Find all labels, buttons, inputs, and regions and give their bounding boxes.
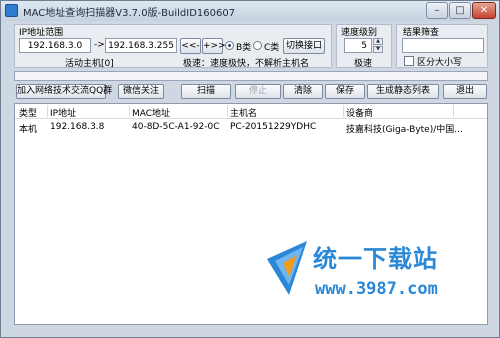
column-header-hostname[interactable]: 主机名 xyxy=(230,106,257,119)
class-c-radio[interactable] xyxy=(253,41,262,50)
column-divider[interactable] xyxy=(227,105,228,117)
ip-range-label: IP地址范围 xyxy=(19,28,64,38)
filter-input[interactable] xyxy=(402,38,484,53)
class-b-radio[interactable] xyxy=(225,41,234,50)
class-c-label: C类 xyxy=(264,43,280,53)
case-sensitive-checkbox[interactable] xyxy=(404,56,414,66)
column-divider[interactable] xyxy=(129,105,130,117)
app-window: MAC地址查询扫描器V3.7.0版-BuildID160607 – □ ✕ IP… xyxy=(0,0,500,338)
cell-mac: 40-8D-5C-A1-92-0C xyxy=(132,122,220,132)
close-button[interactable]: ✕ xyxy=(472,2,496,19)
speed-label: 速度级别 xyxy=(341,28,378,38)
spin-down-icon[interactable]: ▼ xyxy=(373,46,383,53)
cell-type: 本机 xyxy=(19,125,38,135)
column-header-vendor[interactable]: 设备商 xyxy=(346,106,373,119)
end-ip-input[interactable]: 192.168.3.255 xyxy=(105,38,177,53)
start-ip-input[interactable]: 192.168.3.0 xyxy=(19,38,91,53)
generate-static-list-button[interactable]: 生成静态列表 xyxy=(367,84,439,99)
watermark-logo-icon xyxy=(267,241,307,295)
column-divider[interactable] xyxy=(343,105,344,117)
window-title: MAC地址查询扫描器V3.7.0版-BuildID160607 xyxy=(23,8,236,19)
save-button[interactable]: 保存 xyxy=(325,84,365,99)
join-qq-group-button[interactable]: 加入网络技术交流QQ群 xyxy=(16,84,112,99)
watermark: 统一下载站 www.3987.com xyxy=(263,237,463,307)
filter-label: 结果筛查 xyxy=(403,28,440,38)
wechat-follow-button[interactable]: 微信关注 xyxy=(118,84,164,99)
speed-hint: 极速：速度极快，不解析主机名 xyxy=(183,59,310,69)
case-sensitive-label: 区分大小写 xyxy=(417,58,463,68)
scan-progress-bar xyxy=(14,71,488,81)
column-divider[interactable] xyxy=(47,105,48,117)
prev-range-button[interactable]: <<- xyxy=(180,38,201,54)
maximize-button[interactable]: □ xyxy=(449,2,471,19)
active-hosts-count: 活动主机[0] xyxy=(65,59,114,69)
watermark-text: 统一下载站 xyxy=(313,245,438,273)
cell-hostname: PC-20151229YDHC xyxy=(230,122,317,132)
speed-caption: 极速 xyxy=(354,59,373,69)
speed-input[interactable]: 5 xyxy=(344,38,372,53)
column-divider[interactable] xyxy=(453,105,454,117)
title-bar[interactable]: MAC地址查询扫描器V3.7.0版-BuildID160607 – □ ✕ xyxy=(1,1,499,21)
app-icon xyxy=(5,4,18,17)
range-arrow: -> xyxy=(94,40,105,50)
next-range-button[interactable]: +>> xyxy=(202,38,226,54)
watermark-url: www.3987.com xyxy=(315,279,438,299)
class-b-label: B类 xyxy=(236,43,252,53)
scan-button[interactable]: 扫描 xyxy=(181,84,231,99)
column-header-ip[interactable]: IP地址 xyxy=(50,106,76,119)
column-header-type[interactable]: 类型 xyxy=(19,106,37,119)
spin-up-icon[interactable]: ▲ xyxy=(373,38,383,45)
stop-button[interactable]: 停止 xyxy=(235,84,281,99)
column-header-mac[interactable]: MAC地址 xyxy=(132,106,170,119)
switch-interface-button[interactable]: 切换接口 xyxy=(283,38,325,54)
exit-button[interactable]: 退出 xyxy=(443,84,487,99)
list-header: 类型 IP地址 MAC地址 主机名 设备商 xyxy=(15,104,487,119)
cell-ip: 192.168.3.8 xyxy=(50,122,105,132)
table-row[interactable]: 本机 192.168.3.8 40-8D-5C-A1-92-0C PC-2015… xyxy=(15,120,487,135)
cell-vendor: 技嘉科技(Giga-Byte)/中国... xyxy=(346,125,463,135)
clear-button[interactable]: 清除 xyxy=(283,84,323,99)
minimize-button[interactable]: – xyxy=(426,2,448,19)
